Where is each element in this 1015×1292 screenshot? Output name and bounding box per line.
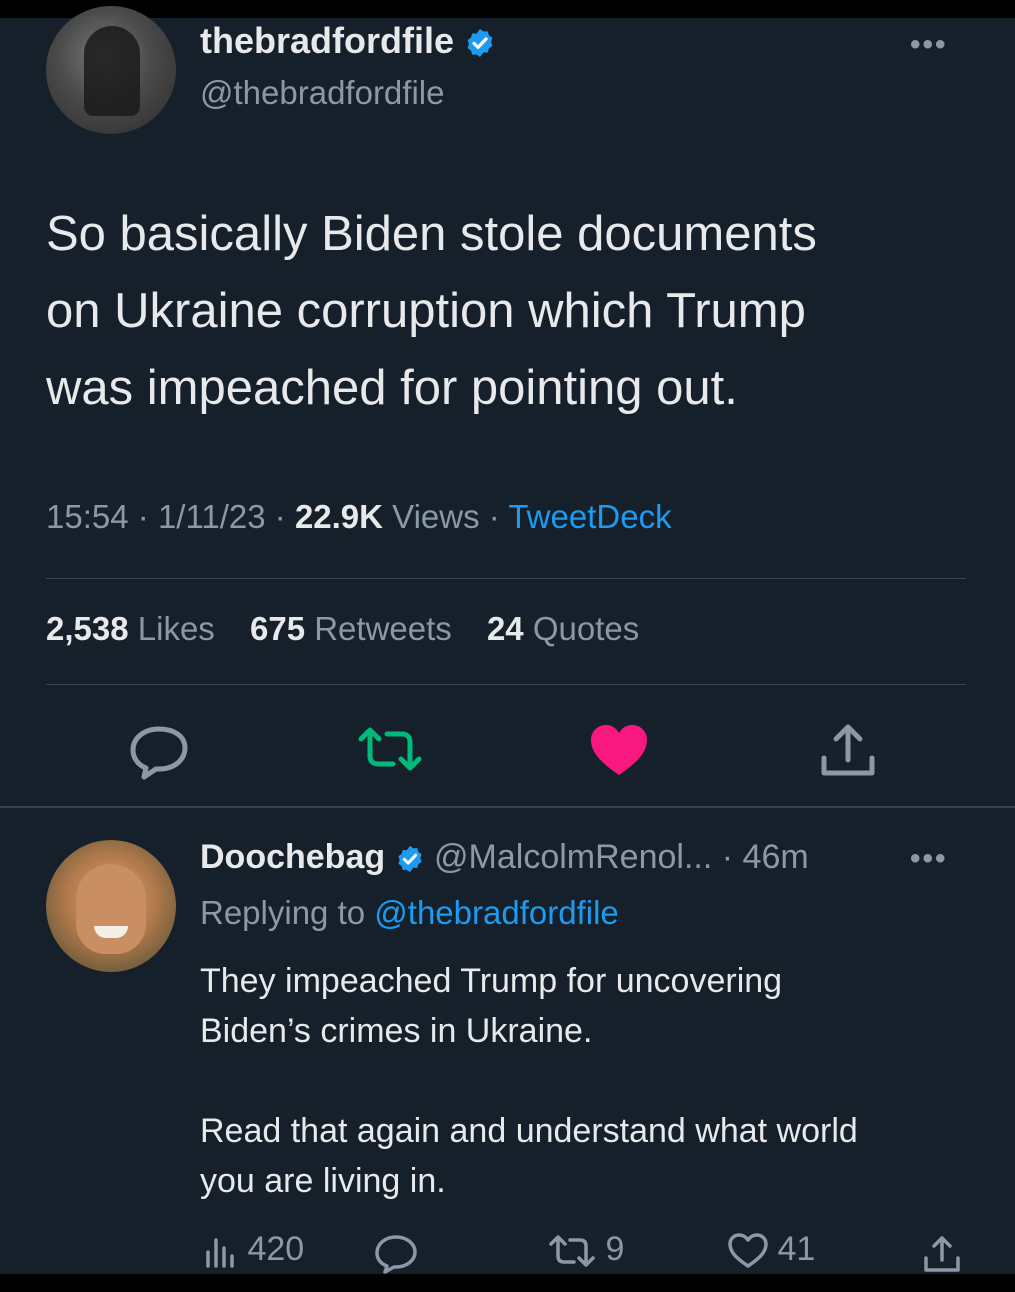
views-icon [206, 1238, 234, 1268]
reply-author-row: Doochebag @MalcolmRenol... · 46m [200, 838, 809, 876]
likes-count: 2,538 [46, 610, 129, 647]
bottom-letterbox-bar [0, 1274, 1015, 1292]
views-label: Views [392, 498, 480, 535]
reply-like-count: 41 [777, 1230, 816, 1268]
views-action[interactable]: 420 [204, 1230, 304, 1269]
avatar-doochebag[interactable] [46, 840, 176, 972]
reply-text-line: Read that again and understand what worl… [200, 1112, 858, 1150]
retweets-label: Retweets [314, 610, 452, 647]
retweet-action[interactable]: 9 [548, 1230, 624, 1269]
quotes-stat[interactable]: 24 Quotes [487, 610, 639, 647]
retweets-stat[interactable]: 675 Retweets [250, 610, 452, 647]
replying-label: Replying to [200, 894, 366, 931]
reply-author-handle[interactable]: @MalcolmRenol... [434, 838, 712, 876]
tweet-separator [0, 806, 1015, 808]
reply-text-line: you are living in. [200, 1162, 446, 1200]
verified-badge-icon [397, 845, 422, 873]
reply-icon[interactable] [128, 724, 190, 780]
tweet-meta: 15:54 · 1/11/23 · 22.9K Views · TweetDec… [46, 498, 672, 535]
top-letterbox-bar [0, 0, 1015, 18]
replying-to: Replying to @thebradfordfile [200, 894, 619, 932]
avatar-thebradfordfile[interactable] [46, 6, 176, 134]
share-icon[interactable] [818, 722, 878, 780]
reply-retweet-count: 9 [605, 1230, 625, 1268]
reply-icon[interactable] [374, 1234, 418, 1274]
tweet-text-line: So basically Biden stole documents [46, 207, 817, 261]
tweet-source-link[interactable]: TweetDeck [508, 498, 671, 535]
quotes-count: 24 [486, 610, 524, 647]
tweet-text-line: was impeached for pointing out. [46, 361, 738, 415]
tweet-text: So basically Biden stole documents on Uk… [46, 196, 976, 427]
replying-to-handle[interactable]: @thebradfordfile [374, 894, 618, 931]
divider [46, 578, 966, 579]
tweet-text-line: on Ukraine corruption which Trump [46, 284, 806, 338]
avatar-figure [84, 26, 140, 116]
likes-label: Likes [137, 610, 215, 647]
reply-text-line: They impeached Trump for uncovering [200, 962, 783, 1000]
retweet-icon [549, 1235, 595, 1267]
quotes-label: Quotes [532, 610, 640, 647]
reply-text: They impeached Trump for uncovering Bide… [200, 956, 980, 1206]
reply-age[interactable]: 46m [743, 838, 809, 876]
heart-icon[interactable] [588, 722, 650, 778]
verified-badge-icon [467, 29, 493, 58]
author-display-name[interactable]: thebradfordfile [200, 20, 454, 61]
more-icon[interactable]: ••• [910, 28, 948, 62]
retweets-count: 675 [249, 610, 306, 647]
author-handle[interactable]: @thebradfordfile [200, 74, 444, 112]
likes-stat[interactable]: 2,538 Likes [46, 610, 215, 647]
reply-views-count: 420 [247, 1230, 305, 1268]
more-icon[interactable]: ••• [910, 842, 948, 876]
reply-author-name[interactable]: Doochebag [200, 838, 385, 876]
tweet-date[interactable]: 1/11/23 [158, 498, 266, 535]
author-name-row[interactable]: thebradfordfile [200, 20, 496, 62]
avatar-face [76, 864, 146, 954]
share-icon[interactable] [922, 1234, 962, 1274]
reply-text-line: Biden’s crimes in Ukraine. [200, 1012, 593, 1050]
divider [46, 684, 966, 685]
views-count: 22.9K [294, 498, 383, 535]
heart-icon [728, 1233, 768, 1268]
engagement-stats: 2,538 Likes 675 Retweets 24 Quotes [46, 610, 639, 648]
tweet-time[interactable]: 15:54 [46, 498, 129, 535]
retweet-icon[interactable] [356, 726, 424, 772]
like-action[interactable]: 41 [728, 1230, 815, 1269]
